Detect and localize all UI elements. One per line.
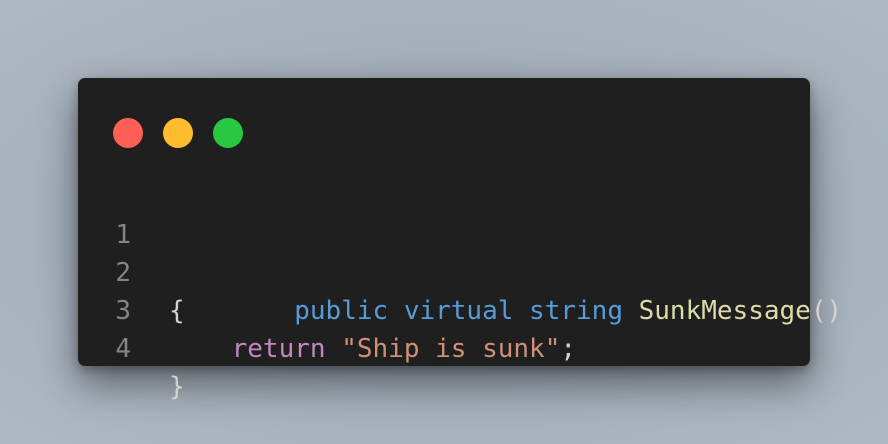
maximize-dot[interactable] (213, 118, 243, 148)
line-content: } (169, 368, 185, 406)
token: } (169, 372, 185, 402)
line-content: return "Ship is sunk"; (169, 330, 576, 368)
token: ; (560, 334, 577, 364)
code-line: 2 { (78, 216, 810, 326)
close-dot[interactable] (113, 118, 143, 148)
minimize-dot[interactable] (163, 118, 193, 148)
code-window: 1 public virtual string SunkMessage() 2 … (78, 78, 842, 402)
window-controls (113, 118, 263, 148)
token: () (810, 296, 843, 326)
token: return (231, 334, 326, 364)
code-line: 1 public virtual string SunkMessage() (78, 178, 842, 326)
code-line: 4 } (78, 292, 810, 402)
line-number: 4 (115, 334, 131, 364)
code-line: 3 return "Ship is sunk"; (78, 254, 810, 364)
token: "Ship is sunk" (341, 334, 561, 364)
code-block: 1 public virtual string SunkMessage() 2 … (78, 178, 842, 402)
